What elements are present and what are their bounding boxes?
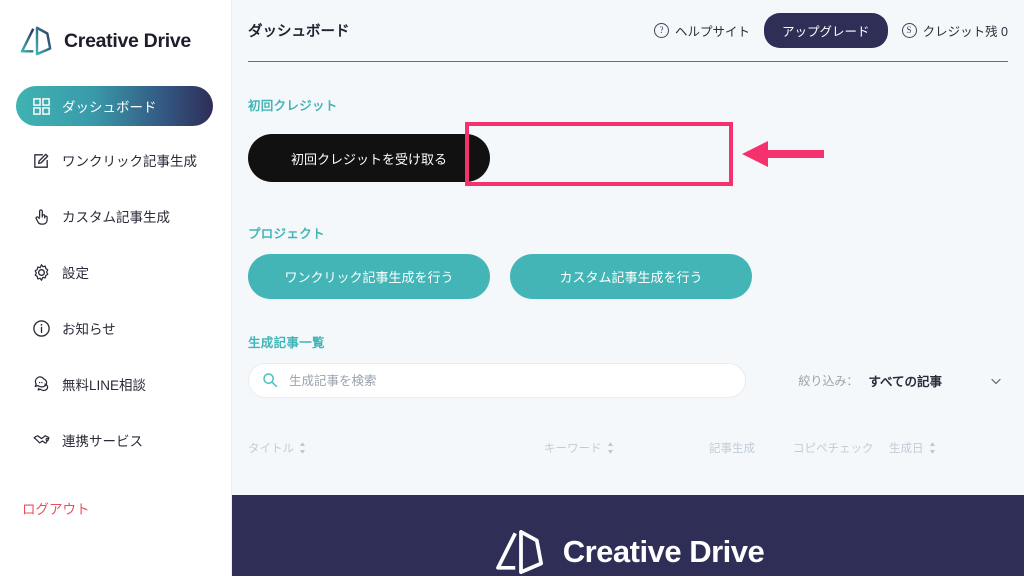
coin-circle-icon: S [901,23,917,38]
sidebar: Creative Drive ダッシュボード ワンクリック記事生成 カスタム記事… [0,0,232,576]
header-divider [248,61,1008,62]
column-header-copy-check: コピペチェック [793,440,889,456]
help-site-link[interactable]: ? ヘルプサイト [654,21,750,40]
top-bar-actions: ? ヘルプサイト アップグレード S クレジット残 0 [654,13,1008,48]
first-credit-row: 初回クレジットを受け取る [248,126,1008,190]
sidebar-nav: ダッシュボード ワンクリック記事生成 カスタム記事生成 設定 お知らせ 無料LI… [0,86,231,460]
brand-name: Creative Drive [64,29,191,52]
chevron-down-icon [991,378,1001,384]
one-click-article-button[interactable]: ワンクリック記事生成を行う [248,254,490,299]
search-box [248,363,746,398]
sidebar-item-linked-services[interactable]: 連携サービス [16,420,213,460]
sidebar-item-label: お知らせ [62,322,116,337]
column-label: 生成日 [889,443,924,455]
credit-balance[interactable]: S クレジット残 0 [901,21,1008,40]
section-title-project: プロジェクト [248,227,325,241]
sidebar-item-label: カスタム記事生成 [62,210,170,225]
pointing-hand-icon [35,208,48,225]
sidebar-item-dashboard[interactable]: ダッシュボード [16,86,213,126]
grid-icon [33,97,50,115]
sidebar-item-label: ワンクリック記事生成 [62,154,197,169]
cd-logo-icon [20,26,52,56]
top-bar: ダッシュボード ? ヘルプサイト アップグレード S クレジット残 0 [232,0,1024,61]
filter-value: すべての記事 [868,375,942,389]
footer-brand-name: Creative Drive [562,533,765,569]
search-input[interactable] [248,363,746,398]
logout-button[interactable]: ログアウト [22,498,90,518]
article-table-header: タイトル キーワード 記事生成 コピペチェック 生成日 [248,440,1008,456]
page-title: ダッシュボード [248,24,350,40]
column-header-created-date[interactable]: 生成日 [889,440,959,456]
info-circle-icon [33,319,50,337]
chat-bubbles-icon [34,375,49,391]
section-title-first-credit: 初回クレジット [248,99,338,113]
app-root: Creative Drive ダッシュボード ワンクリック記事生成 カスタム記事… [0,0,1024,576]
cd-logo-icon [495,529,543,574]
sort-arrows-icon [607,442,613,454]
credit-balance-label: クレジット残 0 [922,25,1008,39]
sidebar-item-label: 設定 [62,266,89,281]
filter-label: 絞り込み： [798,374,859,388]
column-label: 記事生成 [709,443,755,455]
search-icon [263,373,278,388]
custom-article-button[interactable]: カスタム記事生成を行う [510,254,752,299]
sidebar-item-label: 無料LINE相談 [62,378,147,393]
upgrade-button[interactable]: アップグレード [764,13,888,48]
column-header-keyword[interactable]: キーワード [544,440,709,456]
sidebar-item-notice[interactable]: お知らせ [16,308,213,348]
column-label: キーワード [544,443,602,455]
sidebar-item-label: 連携サービス [62,434,143,449]
sort-arrows-icon [299,442,306,454]
footer-brand: Creative Drive [492,529,765,575]
column-header-title[interactable]: タイトル [248,440,544,456]
gear-icon [34,263,49,281]
content-area: 初回クレジット 初回クレジットを受け取る プロジェクト ワンクリック記事生成を行… [232,95,1024,456]
project-buttons: ワンクリック記事生成を行う カスタム記事生成を行う [248,254,1008,299]
sidebar-item-label: ダッシュボード [62,100,157,115]
sidebar-item-custom-article[interactable]: カスタム記事生成 [16,196,213,236]
column-label: コピペチェック [793,443,874,455]
sidebar-item-line-consult[interactable]: 無料LINE相談 [16,364,213,404]
help-site-label: ヘルプサイト [675,25,751,39]
edit-square-icon [34,153,49,168]
article-list-controls: 絞り込み： すべての記事 [248,363,1008,398]
sidebar-item-settings[interactable]: 設定 [16,252,213,292]
sidebar-item-one-click-article[interactable]: ワンクリック記事生成 [16,140,213,180]
column-header-generation: 記事生成 [709,440,793,456]
question-circle-icon: ? [654,23,670,38]
main-content: ダッシュボード ? ヘルプサイト アップグレード S クレジット残 0 初回クレ… [232,0,1024,576]
handshake-icon [33,434,50,444]
brand-logo[interactable]: Creative Drive [0,0,231,56]
footer: Creative Drive [232,495,1024,576]
sort-arrows-icon [929,442,935,454]
filter-dropdown[interactable]: 絞り込み： すべての記事 [798,371,1008,390]
column-label: タイトル [248,443,294,455]
claim-first-credit-button[interactable]: 初回クレジットを受け取る [248,134,490,182]
section-title-article-list: 生成記事一覧 [248,336,325,350]
